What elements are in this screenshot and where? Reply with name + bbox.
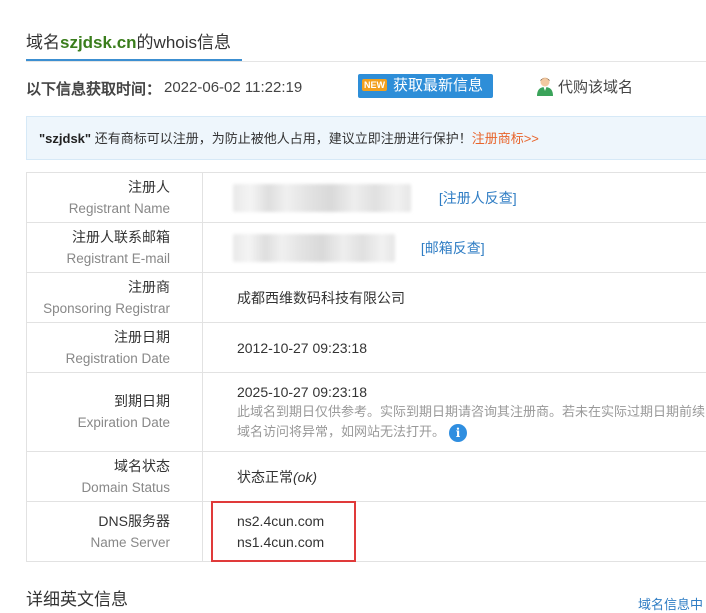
- email-label-cell: 注册人联系邮箱 Registrant E-mail: [27, 223, 203, 273]
- notice-text: 还有商标可以注册，为防止被他人占用，建议立即注册进行保护！: [91, 131, 472, 146]
- exp-date-note-line2: 域名访问将异常，如网站无法打开。 i: [237, 422, 705, 442]
- agent-purchase-link[interactable]: 代购该域名: [536, 76, 633, 100]
- registrar-label-en: Sponsoring Registrar: [28, 299, 170, 319]
- name-server-highlight-box: [211, 501, 356, 562]
- exp-date-value: 2025-10-27 09:23:18: [237, 382, 705, 402]
- info-icon[interactable]: i: [449, 424, 467, 442]
- detail-english-title: 详细英文信息: [26, 585, 128, 610]
- registrar-value: 成都西维数码科技有限公司: [202, 273, 706, 323]
- status-value-zh: 状态正常: [237, 469, 293, 485]
- row-name-server: DNS服务器 Name Server ns2.4cun.com ns1.4cun…: [27, 502, 706, 562]
- exp-date-label-cell: 到期日期 Expiration Date: [27, 373, 203, 452]
- exp-date-value-cell: 2025-10-27 09:23:18 此域名到期日仅供参考。实际到期日期请咨询…: [202, 373, 706, 452]
- refresh-button-label: 获取最新信息: [393, 77, 483, 94]
- domain-info-side-link[interactable]: 域名信息中: [638, 594, 703, 613]
- registrar-label-cell: 注册商 Sponsoring Registrar: [27, 273, 203, 323]
- dns-label-zh: DNS服务器: [28, 511, 170, 531]
- agent-purchase-label: 代购该域名: [558, 79, 633, 96]
- status-label-cell: 域名状态 Domain Status: [27, 452, 203, 502]
- title-prefix: 域名: [26, 33, 60, 52]
- row-registrant: 注册人 Registrant Name [注册人反查]: [27, 173, 706, 223]
- title-suffix: 的whois信息: [137, 33, 231, 52]
- fetch-time-value: 2022-06-02 11:22:19: [164, 79, 302, 96]
- row-domain-status: 域名状态 Domain Status 状态正常(ok): [27, 452, 706, 502]
- email-reverse-link[interactable]: [邮箱反查]: [421, 240, 485, 256]
- exp-date-note-line1: 此域名到期日仅供参考。实际到期日期请咨询其注册商。若未在实际过期日期前续: [237, 402, 705, 422]
- new-badge: NEW: [362, 79, 387, 91]
- registrar-label-zh: 注册商: [28, 277, 170, 297]
- page-title: 域名szjdsk.cn的whois信息: [26, 28, 231, 53]
- registrant-value-cell: [注册人反查]: [202, 173, 706, 223]
- register-trademark-link[interactable]: 注册商标>>: [472, 131, 539, 146]
- registrant-reverse-link[interactable]: [注册人反查]: [439, 190, 517, 206]
- row-email: 注册人联系邮箱 Registrant E-mail [邮箱反查]: [27, 223, 706, 273]
- notice-keyword: "szjdsk": [39, 131, 91, 146]
- refresh-button[interactable]: NEW 获取最新信息: [358, 74, 493, 98]
- email-label-zh: 注册人联系邮箱: [28, 227, 170, 247]
- exp-date-label-zh: 到期日期: [28, 391, 170, 411]
- row-expiration-date: 到期日期 Expiration Date 2025-10-27 09:23:18…: [27, 373, 706, 452]
- email-value-cell: [邮箱反查]: [202, 223, 706, 273]
- fetch-time-label: 以下信息获取时间：: [26, 78, 161, 99]
- registrant-label-cell: 注册人 Registrant Name: [27, 173, 203, 223]
- agent-avatar-icon: [536, 76, 554, 100]
- title-domain: szjdsk.cn: [60, 33, 137, 52]
- dns-label-en: Name Server: [28, 533, 170, 553]
- registrant-label-en: Registrant Name: [28, 199, 170, 219]
- status-label-zh: 域名状态: [28, 456, 170, 476]
- exp-date-note-line2-text: 域名访问将异常，如网站无法打开。: [237, 424, 445, 439]
- registrant-redacted: [233, 184, 411, 212]
- row-registrar: 注册商 Sponsoring Registrar 成都西维数码科技有限公司: [27, 273, 706, 323]
- email-label-en: Registrant E-mail: [28, 249, 170, 269]
- reg-date-label-zh: 注册日期: [28, 327, 170, 347]
- reg-date-label-cell: 注册日期 Registration Date: [27, 323, 203, 373]
- dns-label-cell: DNS服务器 Name Server: [27, 502, 203, 562]
- row-registration-date: 注册日期 Registration Date 2012-10-27 09:23:…: [27, 323, 706, 373]
- status-label-en: Domain Status: [28, 478, 170, 498]
- email-redacted: [233, 234, 395, 262]
- whois-table: 注册人 Registrant Name [注册人反查] 注册人联系邮箱 Regi…: [26, 172, 706, 562]
- status-value-code: (ok): [293, 469, 317, 485]
- reg-date-value: 2012-10-27 09:23:18: [202, 323, 706, 373]
- reg-date-label-en: Registration Date: [28, 349, 170, 369]
- registrant-label-zh: 注册人: [28, 177, 170, 197]
- status-value-cell: 状态正常(ok): [202, 452, 706, 502]
- title-divider: [26, 61, 706, 62]
- trademark-notice: "szjdsk" 还有商标可以注册，为防止被他人占用，建议立即注册进行保护！注册…: [26, 116, 706, 160]
- exp-date-label-en: Expiration Date: [28, 413, 170, 433]
